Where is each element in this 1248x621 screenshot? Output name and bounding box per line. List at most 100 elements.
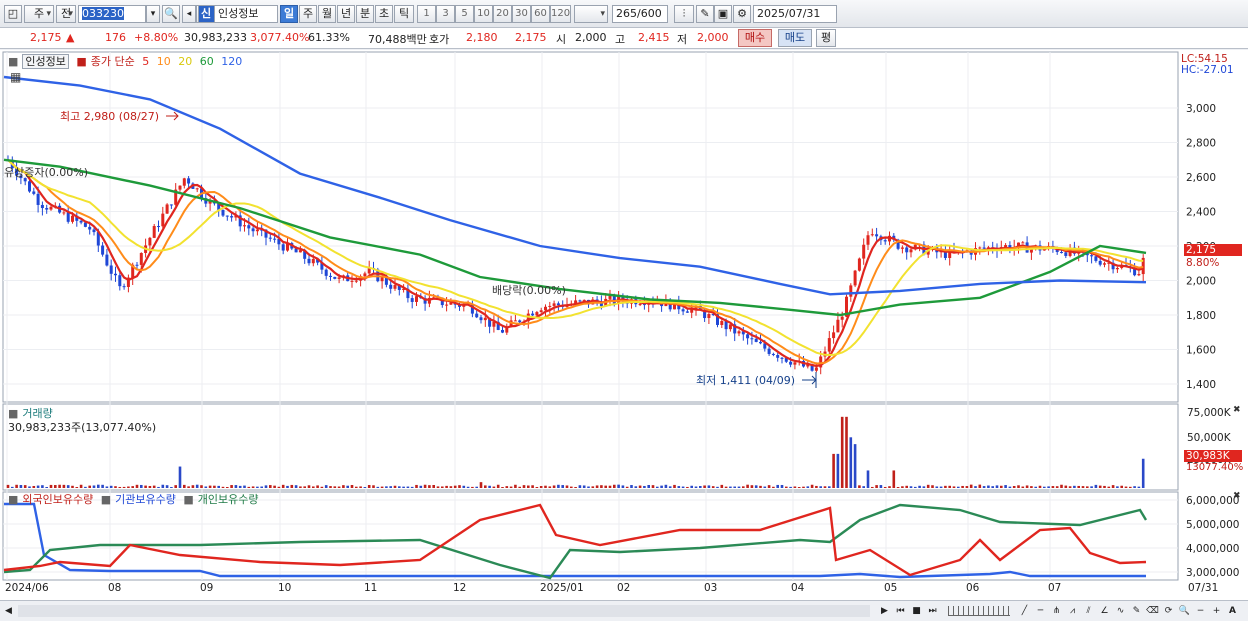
- channel-tool-icon[interactable]: ⫽: [1082, 604, 1095, 618]
- stop-icon[interactable]: ■: [910, 604, 923, 618]
- close-panel-icon[interactable]: ✖: [1233, 405, 1241, 415]
- volume-bar: [1043, 486, 1046, 488]
- code-dropdown-button[interactable]: ▾: [146, 5, 160, 23]
- pen-tool-icon[interactable]: ✎: [1130, 604, 1143, 618]
- minute-120-button[interactable]: 120: [550, 5, 571, 23]
- legend-stock-name[interactable]: 인성정보: [22, 54, 69, 69]
- minute-1-button[interactable]: 1: [417, 5, 436, 23]
- stock-code-input[interactable]: 033230: [78, 5, 146, 23]
- volume-bar: [840, 416, 844, 488]
- stock-name-field[interactable]: 인성정보: [214, 5, 278, 23]
- low-annotation: 최저 1,411 (04/09): [696, 374, 795, 387]
- scroll-track[interactable]: [18, 605, 870, 617]
- period-tab-second[interactable]: 초: [375, 5, 393, 23]
- volume-bar: [871, 486, 874, 488]
- scroll-right-icon[interactable]: ▶: [878, 604, 891, 618]
- minute-5-button[interactable]: 5: [455, 5, 474, 23]
- volume-bar: [41, 485, 44, 488]
- legend-ma10[interactable]: 10: [157, 55, 171, 68]
- legend-foreign-holding[interactable]: 외국인보유수량: [22, 493, 93, 506]
- sell-button[interactable]: 매도: [778, 29, 812, 47]
- legend-ma60[interactable]: 60: [200, 55, 214, 68]
- legend-ma120[interactable]: 120: [221, 55, 242, 68]
- volume-bar: [686, 486, 689, 488]
- period-tab-tick[interactable]: 틱: [394, 5, 414, 23]
- zoom-in-icon[interactable]: +: [1210, 604, 1223, 618]
- legend-individual-holding[interactable]: 개인보유수량: [198, 493, 259, 506]
- volume-bar: [1090, 486, 1093, 488]
- period-tab-month[interactable]: 월: [318, 5, 336, 23]
- volume-ratio: 3,077.40%: [250, 31, 310, 44]
- period-tab-day[interactable]: 일: [280, 5, 298, 23]
- legend-ma20[interactable]: 20: [178, 55, 192, 68]
- legend-ma-label[interactable]: 종가 단순: [91, 55, 135, 68]
- zoom-out-icon[interactable]: −: [1194, 604, 1207, 618]
- save-icon[interactable]: ▣: [714, 5, 732, 23]
- volume-bar: [582, 485, 586, 488]
- volume-bar: [312, 486, 315, 488]
- speaker-icon[interactable]: ◂: [182, 5, 196, 23]
- period-tab-year[interactable]: 년: [337, 5, 355, 23]
- hline-tool-icon[interactable]: ─: [1034, 604, 1047, 618]
- evaluate-button[interactable]: 평: [816, 29, 836, 47]
- fast-forward-icon[interactable]: ⏭: [926, 604, 939, 618]
- chart-canvas[interactable]: 3,0002,8002,6002,4002,2002,0001,8001,600…: [0, 50, 1248, 621]
- minute-60-button[interactable]: 60: [531, 5, 550, 23]
- font-size-icon[interactable]: A: [1226, 604, 1239, 618]
- display-count-field[interactable]: 265/600: [612, 5, 668, 23]
- volume-bar: [247, 486, 251, 488]
- fibonacci-icon[interactable]: ⋔: [1050, 604, 1063, 618]
- hc-label: HC:-27.01: [1181, 64, 1234, 76]
- angle-tool-icon[interactable]: ∠: [1098, 604, 1111, 618]
- date-tick-label: 08: [108, 582, 122, 594]
- draw-tool-icon[interactable]: ✎: [696, 5, 714, 23]
- market-mode-select[interactable]: 주: [24, 5, 54, 23]
- volume-bar: [393, 485, 397, 488]
- volume-bar: [974, 486, 977, 488]
- minute-20-button[interactable]: 20: [493, 5, 512, 23]
- minute-30-button[interactable]: 30: [512, 5, 531, 23]
- rewind-icon[interactable]: ⏮: [894, 604, 907, 618]
- trend-tool-icon[interactable]: ⩘: [1066, 604, 1079, 618]
- prev-select[interactable]: 전: [56, 5, 76, 23]
- chart-scrollbar[interactable]: ◀ ▶ ⏮ ■ ⏭ ╱ ─ ⋔ ⩘ ⫽ ∠ ∿ ✎ ⌫ ⟳ 🔍 − + A: [0, 600, 1248, 621]
- candle-body: [552, 303, 556, 306]
- candle-body: [105, 254, 109, 266]
- table-icon[interactable]: ▦: [10, 70, 21, 84]
- custom-period-select[interactable]: [574, 5, 608, 23]
- legend-ma5[interactable]: 5: [142, 55, 149, 68]
- volume-bar: [281, 484, 285, 488]
- period-tab-week[interactable]: 주: [299, 5, 317, 23]
- volume-bar: [320, 486, 324, 488]
- cycle-tool-icon[interactable]: ⟳: [1162, 604, 1175, 618]
- close-panel-icon[interactable]: ✖: [1233, 491, 1241, 501]
- volume-bar: [32, 485, 36, 488]
- volume-badge: 30,983K: [1184, 450, 1242, 462]
- chart-area[interactable]: 3,0002,8002,6002,4002,2002,0001,8001,600…: [0, 50, 1248, 621]
- volume-bar: [1111, 485, 1115, 488]
- minute-3-button[interactable]: 3: [436, 5, 455, 23]
- zoom-icon[interactable]: 🔍: [1178, 604, 1191, 618]
- prev-value: 전: [60, 7, 72, 20]
- volume-bar: [767, 485, 771, 488]
- legend-institution-holding[interactable]: 기관보유수량: [115, 493, 176, 506]
- settings-gear-icon[interactable]: ⚙: [733, 5, 751, 23]
- volume-bar: [509, 486, 513, 488]
- scroll-left-icon[interactable]: ◀: [2, 604, 15, 618]
- window-menu-icon[interactable]: ◰: [4, 5, 22, 23]
- erase-tool-icon[interactable]: ⌫: [1146, 604, 1159, 618]
- zoom-slider[interactable]: [948, 606, 1010, 616]
- buy-button[interactable]: 매수: [738, 29, 772, 47]
- volume-bar: [28, 486, 31, 488]
- period-tab-minute[interactable]: 분: [356, 5, 374, 23]
- wave-tool-icon[interactable]: ∿: [1114, 604, 1127, 618]
- volume-bar: [991, 486, 994, 488]
- search-icon[interactable]: 🔍: [162, 5, 180, 23]
- date-input[interactable]: 2025/07/31: [753, 5, 837, 23]
- candle-type-icon[interactable]: ⫶: [674, 5, 694, 23]
- minute-10-button[interactable]: 10: [474, 5, 493, 23]
- volume-bar: [853, 444, 857, 488]
- volume-bar: [303, 486, 306, 488]
- volume-bar: [772, 486, 775, 488]
- line-tool-icon[interactable]: ╱: [1018, 604, 1031, 618]
